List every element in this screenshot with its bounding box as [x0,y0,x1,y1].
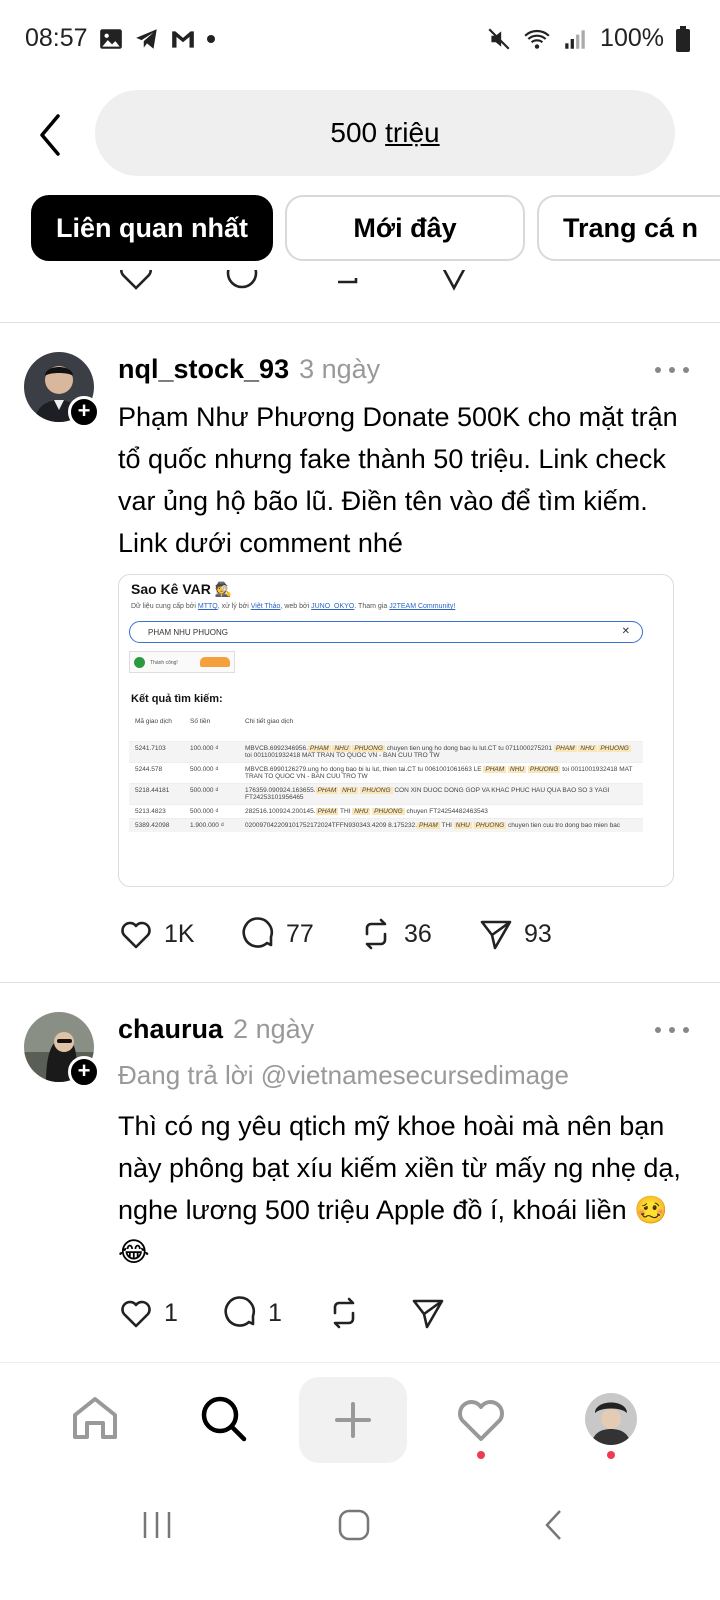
table-row: 5213.4823 500.000 ₫ 282516.100924.200145. P… [129,803,643,818]
home-icon[interactable] [67,1391,123,1447]
filter-tabs: Liên quan nhất Mới đây Trang cá n [31,195,720,261]
table-row: 5241.7103 100.000 ₫ MBVCB.6992346956. PHAM … [129,740,643,762]
repost-icon [333,1297,355,1329]
battery-percent: 100% [600,24,664,52]
embed-captcha: Thành công! [129,651,235,673]
repost-count: 36 [404,919,432,948]
repost-icon[interactable] [330,270,366,292]
share-icon[interactable] [436,270,472,292]
plus-icon [335,1402,371,1438]
search-query-number: 500 [330,117,378,148]
share-button[interactable]: 93 [478,916,552,952]
status-bar: 08:57 100% [0,0,720,80]
embed-table: Mã giao dịch Số tiền Chi tiết giao dịch … [129,715,643,832]
signal-icon [565,29,585,49]
embed-search-field: PHAM NHU PHUONG ✕ [129,621,643,643]
share-button[interactable] [410,1295,446,1331]
post-text: Thì có ng yêu qtich mỹ khoe hoài mà nên … [118,1111,681,1267]
divider [0,322,720,323]
embed-result-heading: Kết quả tìm kiếm: [131,693,223,705]
repost-button[interactable] [326,1295,410,1331]
heart-icon [121,1300,151,1328]
search-icon[interactable] [196,1391,252,1447]
heart-icon[interactable] [453,1391,509,1447]
profile-dot [607,1451,615,1459]
check-icon [134,657,145,668]
post-actions: 1 1 [118,1295,446,1331]
send-icon [480,920,512,950]
tab-recent[interactable]: Mới đây [285,195,525,261]
gallery-icon [100,29,122,49]
comment-button[interactable]: 77 [240,916,358,952]
table-row: 5389.42098 1.900.000 ₫ 0200970422091017521… [129,817,643,832]
system-back-icon[interactable] [538,1508,572,1542]
post-text: Phạm Như Phương Donate 500K cho mặt trận… [118,402,678,558]
repost-icon [365,918,387,950]
embed-subtitle: Dữ liệu cung cấp bởi MTTQ, xử lý bởi Việ… [131,603,456,610]
clear-icon: ✕ [621,626,630,637]
follow-button[interactable]: + [68,1056,100,1088]
comment-icon[interactable] [224,270,260,292]
post-time: 3 ngày [299,354,381,384]
search-input[interactable]: 500 triệu [95,90,675,176]
cloudflare-logo-icon [200,657,230,667]
more-options-icon[interactable] [652,360,692,380]
send-icon [412,1299,444,1329]
status-time: 08:57 [25,24,88,52]
like-button[interactable]: 1K [118,916,240,952]
table-row: 5218.44181 500.000 ₫ 176359.090924.163655.… [129,782,643,804]
comment-count: 77 [286,919,314,948]
username[interactable]: nql_stock_93 [118,354,289,384]
notification-dot-icon [207,35,215,43]
wifi-icon [524,29,550,49]
repost-button[interactable]: 36 [358,916,478,952]
like-icon[interactable] [118,270,154,292]
like-count: 1 [164,1298,178,1327]
search-query-term: triệu [385,117,440,148]
comment-icon [224,1296,255,1327]
telegram-icon [136,29,157,49]
share-count: 93 [524,919,552,948]
home-button-icon[interactable] [337,1508,371,1542]
profile-avatar[interactable] [585,1393,637,1445]
activity-dot [477,1451,485,1459]
follow-button[interactable]: + [68,396,100,428]
reply-to-label[interactable]: Đang trả lời @vietnamesecursedimage [118,1060,569,1091]
previous-post-actions [118,270,472,296]
bottom-navigation [0,1362,720,1480]
recent-apps-icon[interactable] [140,1508,174,1542]
mute-icon [488,27,510,50]
table-row: 5244.578 500.000 ₫ MBVCB.6990126279.ung ho… [129,761,643,783]
comment-count: 1 [268,1298,282,1327]
tab-profiles[interactable]: Trang cá n [537,195,720,261]
comment-icon [242,917,273,948]
embed-title: Sao Kê VAR 🕵 [131,581,233,597]
system-navigation [0,1480,720,1600]
post-actions: 1K 77 36 93 [118,916,552,952]
post-image[interactable]: Sao Kê VAR 🕵 Dữ liệu cung cấp bởi MTTQ, … [118,574,674,887]
like-button[interactable]: 1 [118,1295,222,1331]
username[interactable]: chaurua [118,1014,223,1044]
heart-icon [121,921,151,949]
like-count: 1K [164,919,195,948]
new-post-button[interactable] [299,1377,407,1463]
gmail-icon [172,31,194,48]
divider [0,982,720,983]
comment-button[interactable]: 1 [222,1295,326,1331]
more-options-icon[interactable] [652,1020,692,1040]
tab-most-relevant[interactable]: Liên quan nhất [31,195,273,261]
post-time: 2 ngày [233,1014,315,1044]
battery-icon [676,25,690,52]
back-button[interactable] [30,110,70,160]
